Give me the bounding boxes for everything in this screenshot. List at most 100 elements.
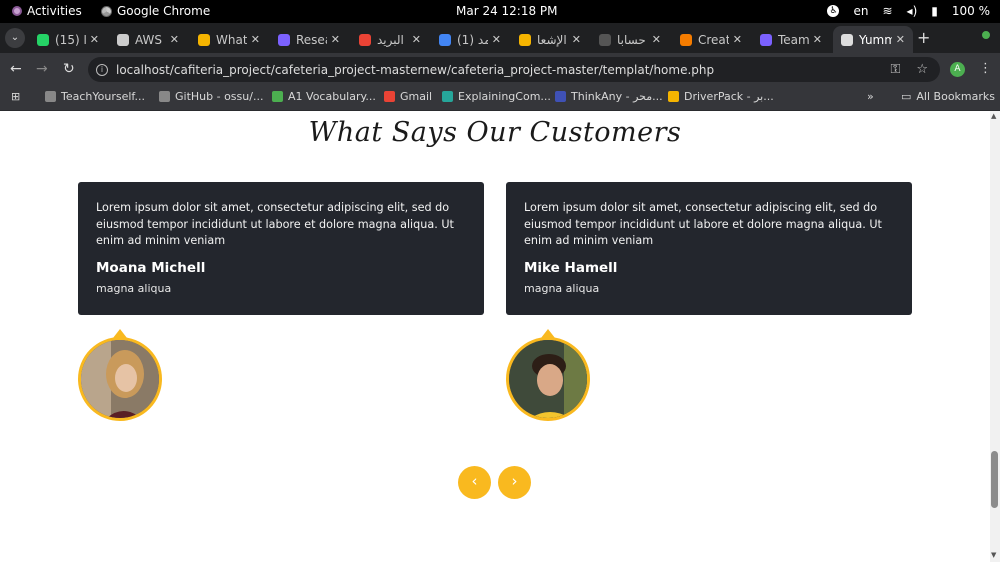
tab-title: What — [216, 32, 247, 47]
bookmark-label: GitHub - ossu/... — [175, 90, 264, 103]
section-heading: What Says Our Customers — [308, 117, 682, 148]
activities-button[interactable]: Activities — [12, 4, 82, 18]
tab-strip: ⌄ (15) وا✕AWS✕What✕Resea✕البريد✕(1) مد✕ا… — [0, 23, 1000, 53]
tab-close-icon[interactable]: ✕ — [90, 33, 99, 46]
back-button[interactable]: ← — [10, 61, 22, 77]
browser-tab[interactable]: الإشعا ✕ — [511, 26, 589, 53]
chrome-menu-icon[interactable]: ⋮ — [979, 61, 992, 76]
carousel-next-button[interactable]: › — [498, 466, 531, 499]
bookmark-favicon-icon — [384, 91, 395, 102]
tab-favicon-icon — [680, 33, 692, 46]
all-bookmarks-button[interactable]: ▭ All Bookmarks — [901, 90, 995, 103]
bookmarks-bar: ⊞ TeachYourself... GitHub - ossu/... A1 Vo… — [0, 85, 1000, 111]
bookmarks-overflow-button[interactable]: » — [867, 90, 874, 103]
bookmark-item[interactable]: DriverPack - بر... — [668, 90, 774, 103]
testimonial-quote: Lorem ipsum dolor sit amet, consectetur … — [96, 201, 454, 247]
system-status-area[interactable]: ♿ en ≋ ◂) ▮ 100 % — [827, 4, 990, 18]
address-bar[interactable]: i localhost/cafiteria_project/cafeteria_… — [88, 57, 940, 82]
bookmark-item[interactable]: A1 Vocabulary... — [272, 90, 376, 103]
tab-title: البريد — [377, 32, 404, 47]
bookmark-item[interactable]: GitHub - ossu/... — [159, 90, 263, 103]
tab-close-icon[interactable]: ✕ — [492, 33, 501, 46]
clock[interactable]: Mar 24 12:18 PM — [456, 4, 558, 18]
tab-title: الإشعا — [537, 32, 567, 47]
chrome-icon — [101, 5, 112, 17]
tab-title: (15) وا — [55, 32, 86, 47]
customer-photo-woman — [81, 340, 159, 418]
bookmark-favicon-icon — [555, 91, 566, 102]
carousel-prev-button[interactable]: ‹ — [458, 466, 491, 499]
bookmark-label: TeachYourself... — [61, 90, 145, 103]
bookmark-favicon-icon — [159, 91, 170, 102]
tab-close-icon[interactable]: ✕ — [412, 33, 421, 46]
bookmark-item[interactable]: TeachYourself... — [45, 90, 145, 103]
bookmark-item[interactable]: Gmail — [384, 90, 432, 103]
tab-favicon-icon — [198, 33, 210, 46]
bookmark-item[interactable]: ThinkAny - محر... — [555, 90, 663, 103]
password-key-icon[interactable]: ⚿ — [890, 62, 900, 77]
tab-favicon-icon — [117, 33, 129, 46]
tab-close-icon[interactable]: ✕ — [896, 33, 905, 46]
bookmark-item[interactable]: ExplainingCom... — [442, 90, 551, 103]
activities-label: Activities — [27, 4, 82, 18]
browser-tab[interactable]: What ✕ — [190, 26, 268, 53]
avatar — [78, 337, 162, 421]
testimonial-card: Lorem ipsum dolor sit amet, consectetur … — [506, 182, 912, 315]
site-info-icon[interactable]: i — [96, 63, 108, 76]
forward-button[interactable]: → — [36, 61, 48, 77]
bookmark-star-icon[interactable]: ☆ — [916, 62, 928, 77]
tab-search-button[interactable]: ⌄ — [5, 28, 25, 48]
browser-tab[interactable]: AWS ✕ — [109, 26, 187, 53]
bookmark-favicon-icon — [272, 91, 283, 102]
new-tab-button[interactable]: + — [917, 28, 930, 47]
bookmark-favicon-icon — [442, 91, 453, 102]
tab-title: (1) مد — [457, 32, 488, 47]
tab-title: Yumm — [859, 32, 892, 47]
page-content: What Says Our Customers Lorem ipsum dolo… — [0, 111, 1000, 562]
browser-tab[interactable]: Team ✕ — [752, 26, 830, 53]
scrollbar-thumb[interactable] — [991, 451, 998, 508]
browser-tab[interactable]: البريد ✕ — [351, 26, 429, 53]
tab-title: Creat — [698, 32, 729, 47]
wifi-icon: ≋ — [882, 4, 893, 18]
testimonial-role: magna aliqua — [96, 281, 172, 295]
account-indicator-icon[interactable] — [980, 29, 992, 41]
browser-tab[interactable]: حسابا ✕ — [591, 26, 669, 53]
tab-close-icon[interactable]: ✕ — [170, 33, 179, 46]
tab-close-icon[interactable]: ✕ — [251, 33, 260, 46]
browser-tab[interactable]: (15) وا ✕ — [29, 26, 107, 53]
browser-tab[interactable]: (1) مد ✕ — [431, 26, 509, 53]
tab-close-icon[interactable]: ✕ — [572, 33, 581, 46]
bookmark-label: Gmail — [400, 90, 433, 103]
language-indicator[interactable]: en — [853, 4, 868, 18]
scroll-down-arrow-icon[interactable]: ▼ — [991, 551, 996, 559]
bookmark-label: ExplainingCom... — [458, 90, 551, 103]
tab-favicon-icon — [359, 33, 371, 46]
browser-tab[interactable]: Creat ✕ — [672, 26, 750, 53]
app-menu[interactable]: Google Chrome — [101, 4, 210, 18]
tab-close-icon[interactable]: ✕ — [652, 33, 661, 46]
tab-title: Team — [778, 32, 809, 47]
profile-avatar[interactable]: A — [950, 62, 965, 77]
testimonial-card: Lorem ipsum dolor sit amet, consectetur … — [78, 182, 484, 315]
browser-tab[interactable]: Resea ✕ — [270, 26, 348, 53]
tab-close-icon[interactable]: ✕ — [331, 33, 340, 46]
tab-close-icon[interactable]: ✕ — [813, 33, 822, 46]
tab-favicon-icon — [519, 33, 531, 46]
tab-title: AWS — [135, 32, 163, 47]
accessibility-icon[interactable]: ♿ — [827, 5, 840, 17]
bookmark-label: A1 Vocabulary... — [288, 90, 376, 103]
testimonial-quote: Lorem ipsum dolor sit amet, consectetur … — [524, 201, 882, 247]
url-text[interactable]: localhost/cafiteria_project/cafeteria_pr… — [116, 63, 714, 77]
battery-icon: ▮ — [931, 4, 938, 18]
testimonial-role: magna aliqua — [524, 281, 600, 295]
tab-close-icon[interactable]: ✕ — [733, 33, 742, 46]
apps-grid-icon[interactable]: ⊞ — [11, 90, 20, 103]
reload-button[interactable]: ↻ — [63, 61, 75, 77]
tab-favicon-icon — [599, 33, 611, 46]
bookmark-favicon-icon — [668, 91, 679, 102]
bookmark-label: ThinkAny - محر... — [571, 90, 663, 103]
scroll-up-arrow-icon[interactable]: ▲ — [991, 112, 996, 120]
browser-tab[interactable]: Yumm ✕ — [833, 26, 913, 53]
customer-photo-man — [509, 340, 587, 418]
